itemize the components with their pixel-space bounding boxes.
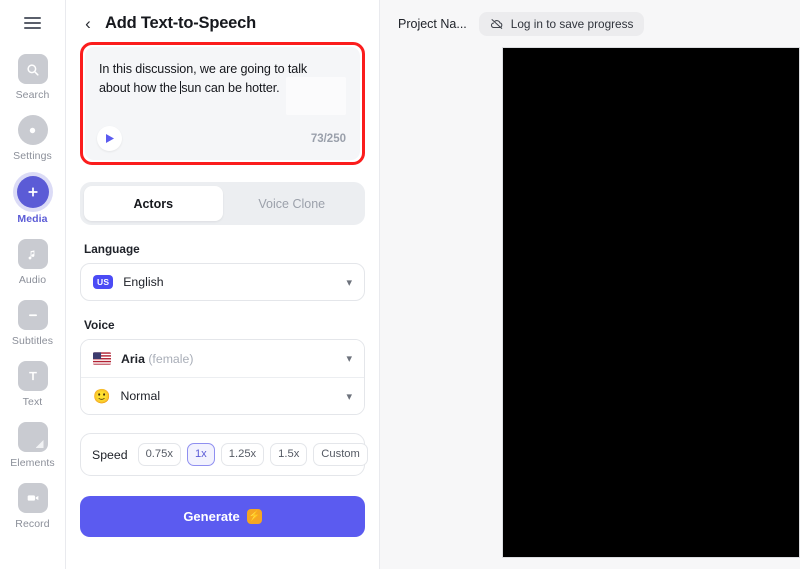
app-root: Search Settings Media Audio Subtitles <box>0 0 800 569</box>
music-note-icon <box>18 239 48 269</box>
speed-label: Speed <box>92 448 128 462</box>
tts-textarea[interactable]: In this discussion, we are going to talk… <box>85 47 360 160</box>
speed-option-custom[interactable]: Custom <box>313 443 368 465</box>
smiley-emoji-icon: 🙂 <box>93 389 110 403</box>
search-icon <box>18 54 48 84</box>
shapes-icon <box>18 422 48 452</box>
plus-icon <box>17 176 49 208</box>
textarea-overlay-artifact <box>286 77 346 115</box>
tts-textarea-highlight: In this discussion, we are going to talk… <box>80 42 365 165</box>
us-badge-icon: US <box>93 275 113 289</box>
lightning-bolt-icon: ⚡ <box>247 509 262 524</box>
cloud-off-icon <box>490 17 504 31</box>
voice-group: Aria (female) ▾ 🙂 Normal ▾ <box>80 339 365 415</box>
tts-text-line2-b: sun can be hotter. <box>181 81 279 95</box>
login-button[interactable]: Log in to save progress <box>479 12 645 36</box>
language-value: English <box>123 275 336 289</box>
tts-text-line2-a: about how the <box>99 81 180 95</box>
video-camera-icon <box>18 483 48 513</box>
page-title: Add Text-to-Speech <box>105 14 256 33</box>
tab-actors[interactable]: Actors <box>84 186 223 221</box>
workspace: Project Na... Log in to save progress <box>380 0 800 569</box>
sidebar-item-media[interactable]: Media <box>3 172 63 225</box>
chevron-down-icon: ▾ <box>346 276 352 289</box>
chevron-left-icon[interactable]: ‹ <box>80 15 96 31</box>
sidebar-item-record[interactable]: Record <box>3 479 63 530</box>
gear-icon <box>18 115 48 145</box>
sidebar-item-label: Media <box>17 213 47 225</box>
panel-header: ‹ Add Text-to-Speech <box>80 0 365 40</box>
left-sidebar: Search Settings Media Audio Subtitles <box>0 0 66 569</box>
sidebar-item-label: Audio <box>19 274 46 286</box>
sidebar-item-label: Settings <box>13 150 52 162</box>
sidebar-item-label: Search <box>16 89 50 101</box>
speed-options: 0.75x 1x 1.25x 1.5x Custom <box>138 443 368 465</box>
sidebar-item-audio[interactable]: Audio <box>3 235 63 286</box>
tts-panel: ‹ Add Text-to-Speech In this discussion,… <box>66 0 380 569</box>
generate-button[interactable]: Generate ⚡ <box>80 496 365 537</box>
voice-actor-name: Aria <box>121 352 145 366</box>
play-icon[interactable] <box>97 126 122 151</box>
voice-label: Voice <box>84 318 365 332</box>
voice-actor-value: Aria (female) <box>121 352 336 366</box>
sidebar-item-text[interactable]: Text <box>3 357 63 408</box>
sidebar-item-elements[interactable]: Elements <box>3 418 63 469</box>
login-button-label: Log in to save progress <box>511 17 634 31</box>
character-counter: 73/250 <box>311 133 346 145</box>
language-label: Language <box>84 242 365 256</box>
sidebar-item-search[interactable]: Search <box>3 50 63 101</box>
sidebar-item-label: Text <box>23 396 43 408</box>
sidebar-item-label: Record <box>15 518 49 530</box>
tab-voice-clone[interactable]: Voice Clone <box>223 186 362 221</box>
voice-tone-select[interactable]: 🙂 Normal ▾ <box>81 377 364 414</box>
speed-option-125x[interactable]: 1.25x <box>221 443 264 465</box>
textarea-footer: 73/250 <box>97 126 346 151</box>
subtitles-icon <box>18 300 48 330</box>
project-name[interactable]: Project Na... <box>398 17 467 31</box>
speed-control: Speed 0.75x 1x 1.25x 1.5x Custom <box>80 433 365 476</box>
speed-option-1x[interactable]: 1x <box>187 443 215 465</box>
chevron-down-icon: ▾ <box>346 352 352 365</box>
voice-actor-gender: (female) <box>145 352 194 366</box>
speed-option-075x[interactable]: 0.75x <box>138 443 181 465</box>
us-flag-icon <box>93 352 111 365</box>
voice-source-tabs: Actors Voice Clone <box>80 182 365 225</box>
workspace-header: Project Na... Log in to save progress <box>380 0 800 47</box>
hamburger-icon[interactable] <box>18 8 48 38</box>
sidebar-item-label: Subtitles <box>12 335 53 347</box>
speed-option-15x[interactable]: 1.5x <box>270 443 307 465</box>
voice-actor-select[interactable]: Aria (female) ▾ <box>81 340 364 377</box>
generate-button-label: Generate <box>183 509 239 524</box>
sidebar-item-label: Elements <box>10 457 55 469</box>
sidebar-item-subtitles[interactable]: Subtitles <box>3 296 63 347</box>
video-preview-stage[interactable] <box>502 47 800 558</box>
voice-tone-value: Normal <box>120 389 336 403</box>
chevron-down-icon: ▾ <box>346 390 352 403</box>
text-t-icon <box>18 361 48 391</box>
language-select[interactable]: US English ▾ <box>80 263 365 301</box>
sidebar-item-settings[interactable]: Settings <box>3 111 63 162</box>
tts-text-line1: In this discussion, we are going to talk <box>99 62 307 76</box>
